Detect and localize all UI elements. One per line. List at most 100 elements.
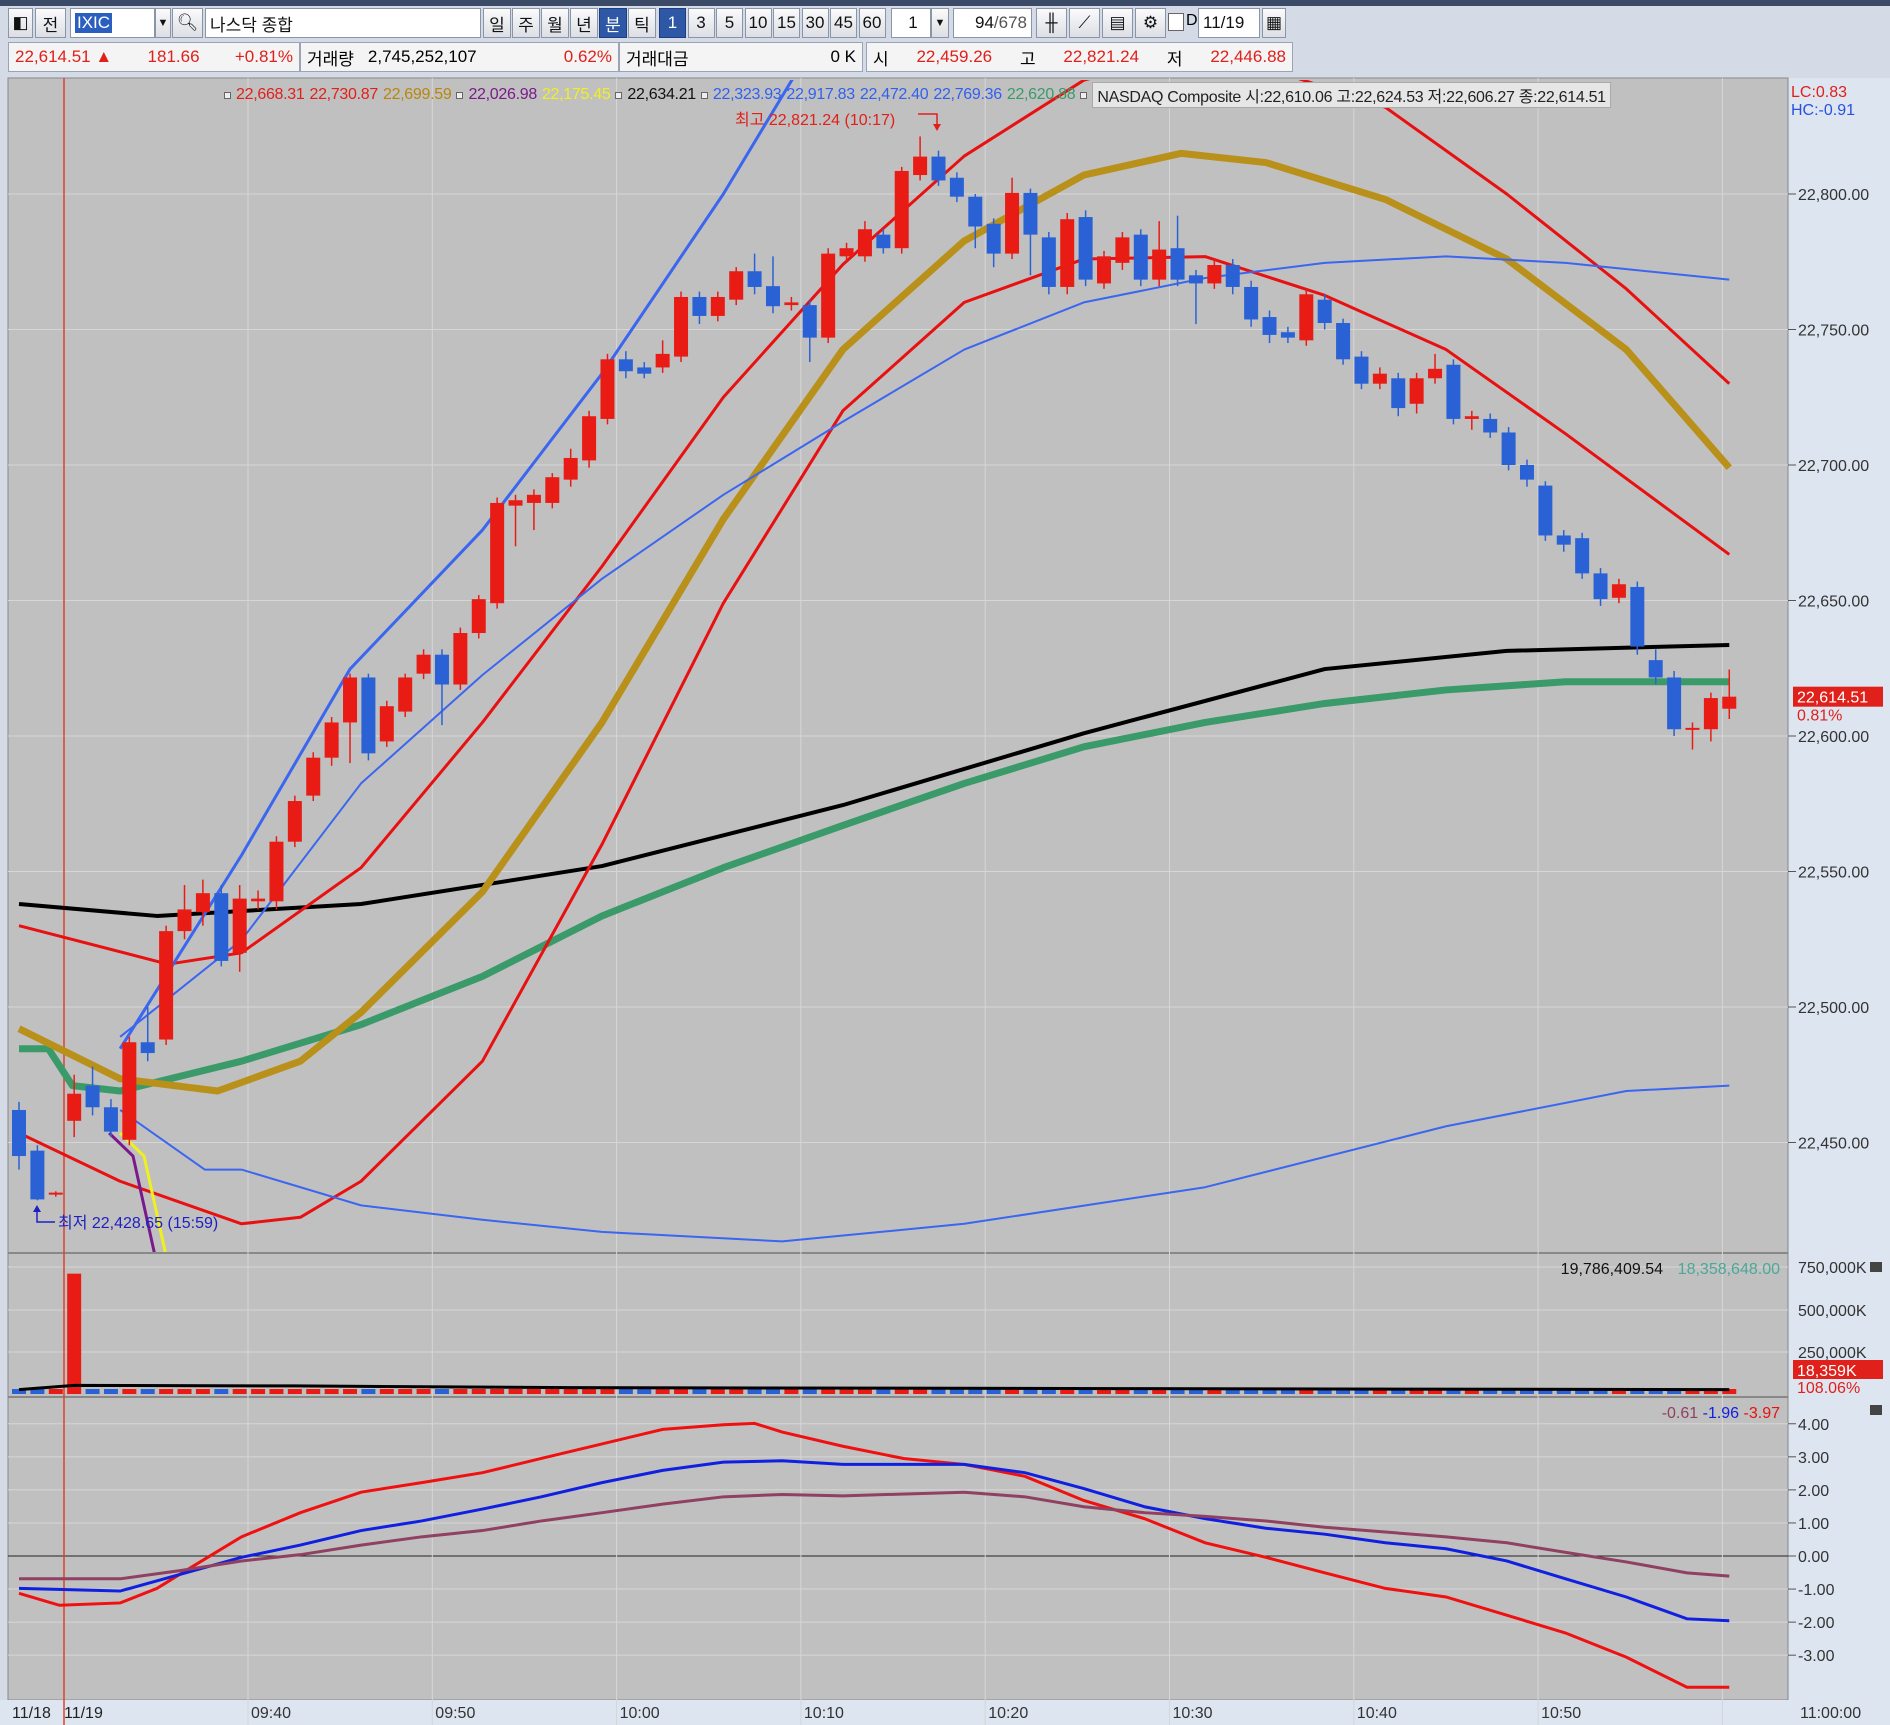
volume-bar [287, 1389, 302, 1394]
candle-body [1041, 237, 1056, 287]
candle-body [637, 367, 652, 374]
candle-body [1317, 299, 1332, 323]
candle [122, 1036, 137, 1146]
legend-value: 22,699.59 [382, 86, 452, 103]
candle [30, 1145, 45, 1201]
volume-bar [251, 1389, 266, 1394]
legend-value: 22,175.45 [541, 86, 611, 103]
candle-body [1630, 586, 1645, 647]
legend-value: 22,472.40 [859, 86, 929, 103]
candle-body [949, 177, 964, 197]
volume-tick-label: 500,000K [1798, 1303, 1867, 1320]
legend-toggle-box[interactable] [1080, 91, 1088, 99]
price-legend: 22,668.31 22,730.87 22,699.59 22,026.98 22,1… [224, 82, 1611, 108]
last-volume-pct: 108.06% [1797, 1380, 1860, 1397]
volume-bar [655, 1389, 670, 1394]
macd-legend-osc: -3.97 [1744, 1405, 1781, 1422]
candle [361, 673, 376, 761]
legend-toggle-box[interactable] [456, 91, 464, 99]
candle-body [765, 286, 780, 307]
macd-tick-label: -1.00 [1798, 1582, 1835, 1599]
time-label: 10:50 [1541, 1705, 1581, 1722]
candle-body [1005, 192, 1020, 254]
macd-tick-label: 1.00 [1798, 1516, 1829, 1533]
volume-bar [876, 1389, 891, 1394]
candle-body [1556, 535, 1571, 545]
candle [490, 497, 505, 609]
candle-body [1703, 698, 1718, 730]
price-tick-label: 22,550.00 [1798, 865, 1869, 882]
candle-body [1391, 378, 1406, 409]
date-label: 11/19 [64, 1705, 103, 1722]
volume-bar [453, 1389, 468, 1394]
macd-pane-close-icon[interactable] [1870, 1405, 1882, 1415]
candle-body [508, 500, 523, 506]
candle-body [1207, 265, 1222, 284]
candle [306, 752, 321, 802]
candle-body [1225, 265, 1240, 287]
candle-body [655, 353, 670, 368]
candle-body [434, 654, 449, 685]
candle-body [85, 1085, 100, 1108]
macd-tick-label: 0.00 [1798, 1549, 1829, 1566]
candle [600, 353, 615, 425]
price-tick-label: 22,750.00 [1798, 323, 1869, 340]
legend-value: 22,620.88 [1006, 86, 1076, 103]
price-tick-label: 22,450.00 [1798, 1136, 1869, 1153]
volume-pane-close-icon[interactable] [1870, 1262, 1882, 1272]
volume-bar [398, 1389, 413, 1394]
volume-bar [471, 1389, 486, 1394]
legend-toggle-box[interactable] [615, 91, 623, 99]
volume-bar [894, 1389, 909, 1394]
candle-body [821, 253, 836, 338]
volume-bar [103, 1389, 118, 1394]
legend-toggle-box[interactable] [700, 91, 708, 99]
candle-body [140, 1042, 155, 1054]
legend-value: 22,026.98 [468, 86, 537, 103]
volume-bar [802, 1389, 817, 1394]
candle-body [1519, 465, 1534, 480]
macd-tick-label: 3.00 [1798, 1450, 1829, 1467]
volume-bar [195, 1389, 210, 1394]
volume-bar [821, 1389, 836, 1394]
low-annotation: 최저 22,428.65 (15:59) [58, 1214, 218, 1232]
candle-body [1188, 275, 1203, 284]
volume-bar [729, 1389, 744, 1394]
time-label: 10:40 [1357, 1705, 1397, 1722]
volume-bar [490, 1389, 505, 1394]
candle-body [67, 1093, 82, 1121]
candle [1097, 250, 1112, 289]
candle-body [1722, 696, 1737, 709]
volume-bar [85, 1389, 100, 1394]
candle-body [195, 893, 210, 913]
candle-body [968, 196, 983, 227]
candle-body [729, 271, 744, 300]
candle-body [232, 898, 247, 953]
candle [821, 248, 836, 344]
candle-body [839, 248, 854, 257]
volume-bar [269, 1389, 284, 1394]
candle-body [122, 1042, 137, 1140]
legend-value: 22,668.31 [236, 86, 305, 103]
volume-bar [177, 1389, 192, 1394]
macd-tick-label: -3.00 [1798, 1648, 1835, 1665]
legend-value: 22,323.93 [712, 86, 782, 103]
volume-bar [526, 1389, 541, 1394]
time-label: 10:10 [804, 1705, 844, 1722]
legend-toggle-box[interactable] [224, 91, 231, 99]
price-tick-label: 22,700.00 [1798, 458, 1869, 475]
candle-body [802, 305, 817, 338]
candle-body [545, 477, 560, 503]
time-label: 10:00 [620, 1705, 660, 1722]
chart-canvas[interactable]: 22,800.00 22,750.00 22,700.00 22,650.00 22,6… [0, 0, 1890, 1725]
volume-bar [637, 1389, 652, 1394]
candle [379, 700, 394, 747]
candle-body [343, 677, 358, 723]
hc-label: HC:-0.91 [1791, 102, 1855, 119]
candle-body [1152, 249, 1167, 280]
macd-tick-label: 2.00 [1798, 1483, 1829, 1500]
candle-body [986, 223, 1001, 254]
candle-body [1262, 317, 1277, 335]
candle-body [1170, 248, 1185, 280]
price-tick-label: 22,500.00 [1798, 1000, 1869, 1017]
